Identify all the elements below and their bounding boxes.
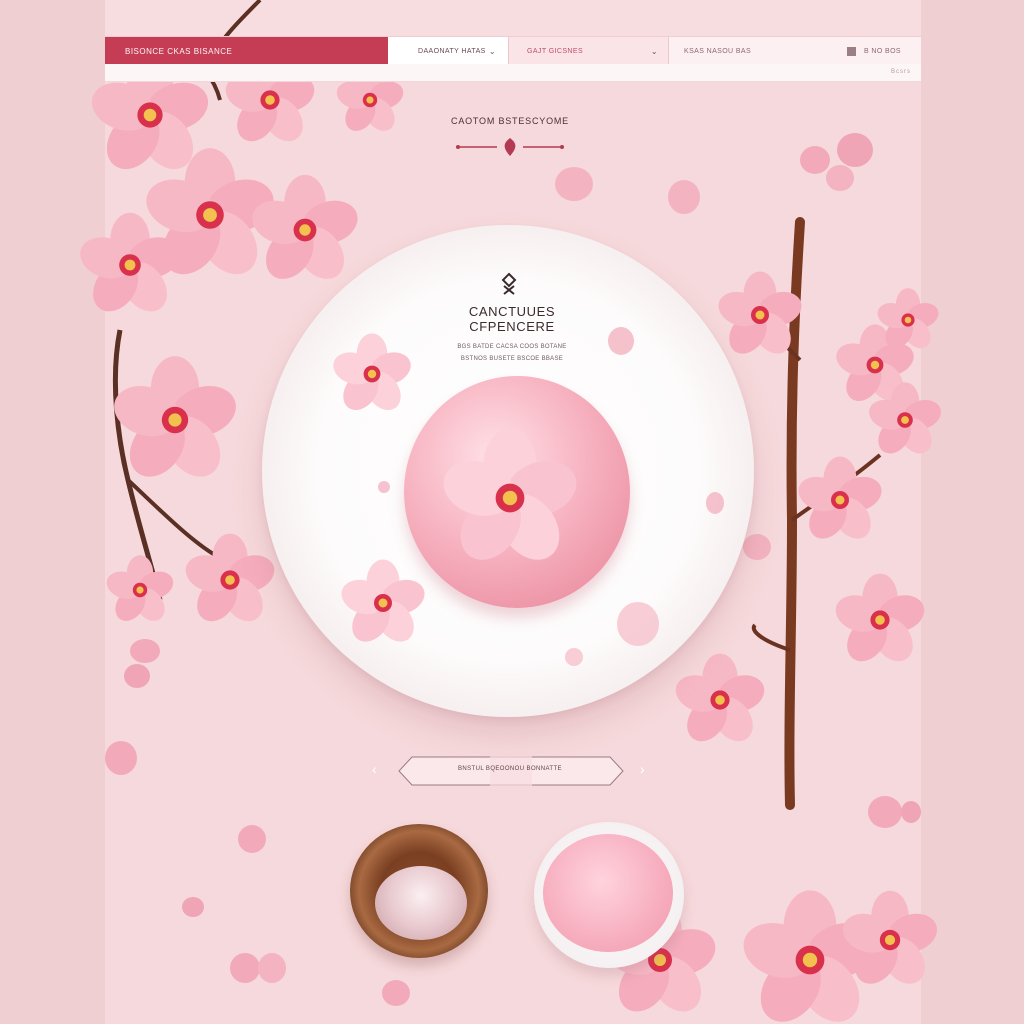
section-heading: Caotom Bstescyome	[451, 116, 569, 126]
category-dropdown[interactable]: Daaonaty Hatas ⌄	[388, 37, 509, 65]
subbar-link[interactable]: Bcsrs	[891, 69, 911, 75]
hero-subtitle-line-2: Bstnos Busete Bscoe Bbase	[460, 356, 564, 362]
brand-name[interactable]: Bisonce Ckas BiSance	[105, 37, 388, 65]
sugar-in-wooden-bowl	[375, 866, 467, 940]
hero-subtitle: Bgs Batde Cacsa Coos Botane Bstnos Buset…	[432, 341, 592, 365]
blossom-logo-icon	[501, 272, 517, 295]
hero-title-line-2: Cfpencere	[469, 319, 555, 334]
chevron-down-icon: ⌄	[650, 46, 658, 56]
hero-title-line-1: Canctuues	[468, 304, 556, 319]
collection-dropdown[interactable]: Gajt Gicsnes ⌄	[509, 37, 669, 65]
pink-powder-in-white-bowl	[543, 834, 673, 952]
cherry-blossom-dessert-image	[404, 376, 630, 608]
sub-navigation-bar: Bcsrs	[105, 64, 921, 82]
search-field-label: Ksas Nasou Bas	[684, 47, 752, 55]
carousel-label: Bnstul Bqeoonou Bonnatte	[458, 766, 562, 772]
website-screenshot: Bisonce Ckas BiSance Daaonaty Hatas ⌄ Ga…	[0, 0, 1024, 1024]
chevron-down-icon: ⌄	[488, 46, 496, 56]
divider-ornament-icon	[456, 138, 564, 156]
category-dropdown-label: Daaonaty Hatas	[418, 47, 486, 55]
search-field[interactable]: Ksas Nasou Bas B No Bos	[669, 37, 921, 65]
search-icon[interactable]	[846, 46, 856, 56]
carousel-next-arrow-icon[interactable]: ›	[640, 760, 645, 778]
search-field-trail: B No Bos	[863, 47, 901, 55]
collection-dropdown-label: Gajt Gicsnes	[527, 47, 584, 55]
hero-subtitle-line-1: Bgs Batde Cacsa Coos Botane	[457, 344, 567, 350]
hero-title: Canctuues Cfpencere	[440, 304, 584, 334]
carousel-prev-arrow-icon[interactable]: ‹	[372, 760, 377, 778]
top-navigation: Bisonce Ckas BiSance Daaonaty Hatas ⌄ Ga…	[105, 36, 921, 65]
